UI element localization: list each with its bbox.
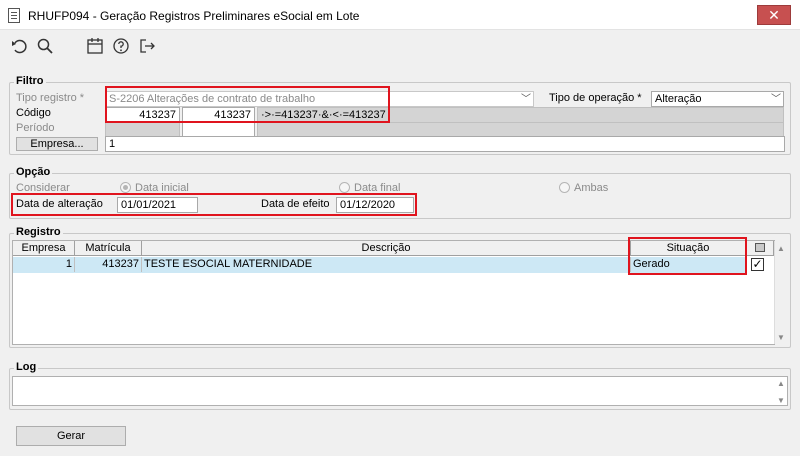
log-title: Log — [14, 361, 39, 373]
table-row[interactable]: 1 413237 TESTE ESOCIAL MATERNIDADE Gerad… — [13, 257, 746, 273]
codigo-expression: ·>·=413237·&·<·=413237 — [257, 107, 784, 123]
radio-data-inicial-label: Data inicial — [135, 182, 189, 194]
window-close-button[interactable]: ✕ — [757, 5, 791, 25]
radio-ambas-label: Ambas — [574, 182, 609, 194]
data-alteracao-label: Data de alteração — [16, 198, 103, 210]
scroll-down-icon[interactable]: ▼ — [777, 333, 785, 342]
radio-ambas[interactable] — [559, 182, 570, 193]
radio-data-final-label: Data final — [354, 182, 401, 194]
chevron-down-icon: ﹀ — [521, 94, 531, 105]
help-icon[interactable] — [110, 37, 132, 57]
title-bar: RHUFP094 - Geração Registros Preliminare… — [0, 0, 800, 30]
col-empresa[interactable]: Empresa — [13, 241, 75, 256]
data-efeito-label: Data de efeito — [261, 198, 330, 210]
calendar-icon[interactable] — [84, 37, 106, 57]
col-select-all[interactable] — [746, 241, 774, 256]
cell-matricula: 413237 — [75, 257, 142, 272]
toolbar — [0, 31, 800, 63]
considerar-label: Considerar — [16, 182, 70, 194]
scrollbar-track — [774, 241, 775, 344]
opcao-title: Opção — [14, 166, 53, 178]
tipo-operacao-select[interactable]: Alteração ﹀ — [651, 91, 784, 107]
periodo-label: Período — [16, 122, 55, 134]
codigo-to-input[interactable]: 413237 — [182, 107, 255, 123]
data-efeito-input[interactable]: 01/12/2020 — [336, 197, 414, 213]
cell-empresa: 1 — [13, 257, 75, 272]
checkbox-icon — [754, 243, 765, 252]
empresa-input[interactable]: 1 — [105, 136, 785, 152]
codigo-label: Código — [16, 107, 51, 119]
search-icon[interactable] — [34, 37, 56, 57]
filtro-title: Filtro — [14, 75, 46, 87]
tipo-registro-select[interactable]: S-2206 Alterações de contrato de trabalh… — [105, 91, 534, 107]
tipo-operacao-label: Tipo de operação * — [549, 92, 642, 104]
scroll-up-icon[interactable]: ▲ — [777, 244, 785, 253]
gerar-button[interactable]: Gerar — [16, 426, 126, 446]
col-matricula[interactable]: Matrícula — [75, 241, 142, 256]
row-checkbox[interactable]: ✓ — [751, 258, 764, 271]
tipo-registro-label: Tipo registro * — [16, 92, 85, 104]
registro-table: Empresa Matrícula Descrição Situação 1 4… — [12, 240, 785, 345]
data-alteracao-input[interactable]: 01/01/2021 — [117, 197, 198, 213]
codigo-from-input[interactable]: 413237 — [105, 107, 180, 123]
undo-icon[interactable] — [9, 37, 31, 57]
chevron-down-icon: ﹀ — [771, 94, 781, 105]
registro-title: Registro — [14, 226, 63, 238]
cell-situacao: Gerado — [633, 258, 670, 270]
exit-icon[interactable] — [136, 37, 158, 57]
tipo-registro-value: S-2206 Alterações de contrato de trabalh… — [109, 93, 316, 105]
cell-descricao: TESTE ESOCIAL MATERNIDADE — [142, 257, 631, 272]
window-title: RHUFP094 - Geração Registros Preliminare… — [28, 9, 360, 23]
col-situacao[interactable]: Situação — [631, 241, 746, 256]
document-icon — [8, 8, 20, 23]
empresa-button[interactable]: Empresa... — [16, 137, 98, 151]
log-textarea[interactable] — [12, 376, 788, 406]
log-scroll-down-icon[interactable]: ▼ — [777, 396, 785, 405]
tipo-operacao-value: Alteração — [655, 93, 702, 105]
radio-data-inicial[interactable] — [120, 182, 131, 193]
col-descricao[interactable]: Descrição — [142, 241, 631, 256]
radio-data-final[interactable] — [339, 182, 350, 193]
log-scroll-up-icon[interactable]: ▲ — [777, 379, 785, 388]
